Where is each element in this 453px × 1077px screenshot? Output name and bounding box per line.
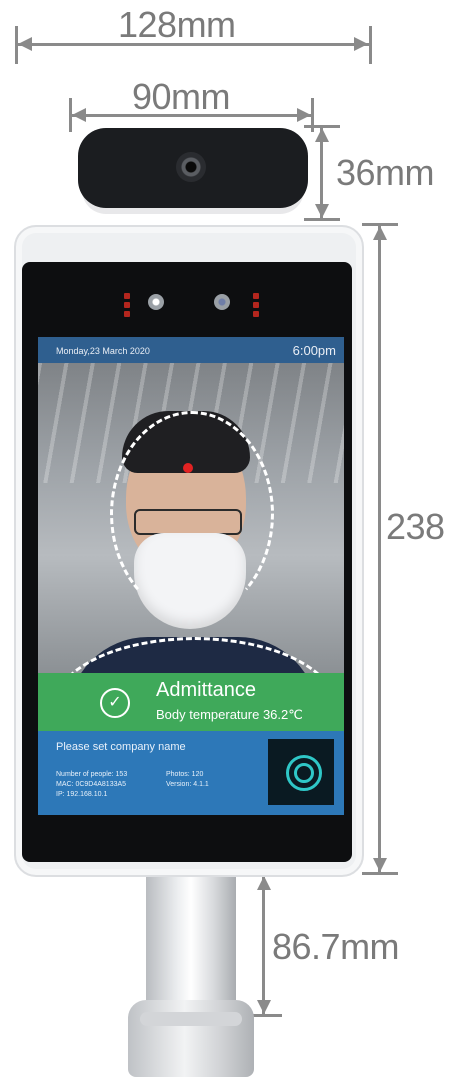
stat-mac: MAC: 0C9D4A8133A5 [56,781,127,788]
dimension-label-total-width: 128mm [118,4,236,45]
stat-people: Number of people: 153 [56,771,128,778]
company-prompt: Please set company name [56,741,186,753]
logo-core-icon [294,763,314,783]
arrow-right-icon [354,37,368,51]
arrow-right-icon [297,108,311,122]
admittance-banner: Admittance Body temperature 36.2℃ [38,673,344,731]
arrow-left-icon [72,108,86,122]
camera-lens-icon [176,152,206,182]
ir-sensor-led [253,311,259,317]
dimension-cap-screen-bottom [362,872,398,875]
dimension-cap-camera-bottom [304,218,340,221]
ir-sensor-led [124,302,130,308]
temperature-target-dot [183,463,193,473]
device-screen: Monday,23 March 2020 6:00pm Admittance B… [38,337,344,815]
dimension-label-pole-height: 86.7mm [272,926,400,967]
dimension-cap-right [369,26,372,64]
dimension-line-pole-height [262,876,265,1014]
dimension-label-camera-width: 90mm [132,76,231,117]
stat-version: Version: 4.1.1 [166,781,209,788]
ir-sensor-led [253,293,259,299]
arrow-down-icon [373,858,387,872]
dimension-label-camera-height: 36mm [336,152,435,193]
stat-ip: IP: 192.168.10.1 [56,791,108,798]
face-detection-outline [110,411,274,617]
ir-sensor-led [124,311,130,317]
ir-sensor-led [253,302,259,308]
arrow-down-icon [257,1000,271,1014]
screen-time: 6:00pm [292,343,336,358]
front-camera-icon [148,294,164,310]
arrow-up-icon [373,226,387,240]
dimension-label-screen-height: 238 [386,506,445,547]
status-title: Admittance [156,679,257,701]
ir-sensor-led [124,293,130,299]
screen-top-bar: Monday,23 March 2020 6:00pm [38,337,344,363]
stat-photos: Photos: 120 [166,771,204,778]
dimension-line-screen-height [378,226,381,872]
status-subtitle: Body temperature 36.2℃ [156,707,303,722]
screen-date: Monday,23 March 2020 [56,346,150,356]
check-icon: ✓ [100,688,130,718]
dimension-line-camera-width [72,114,312,117]
device-clamp-band [140,1012,242,1026]
arrow-up-icon [315,128,329,142]
arrow-up-icon [257,876,271,890]
front-camera-icon [214,294,230,310]
dimension-line-total-width [18,43,370,46]
arrow-down-icon [315,204,329,218]
arrow-left-icon [18,37,32,51]
